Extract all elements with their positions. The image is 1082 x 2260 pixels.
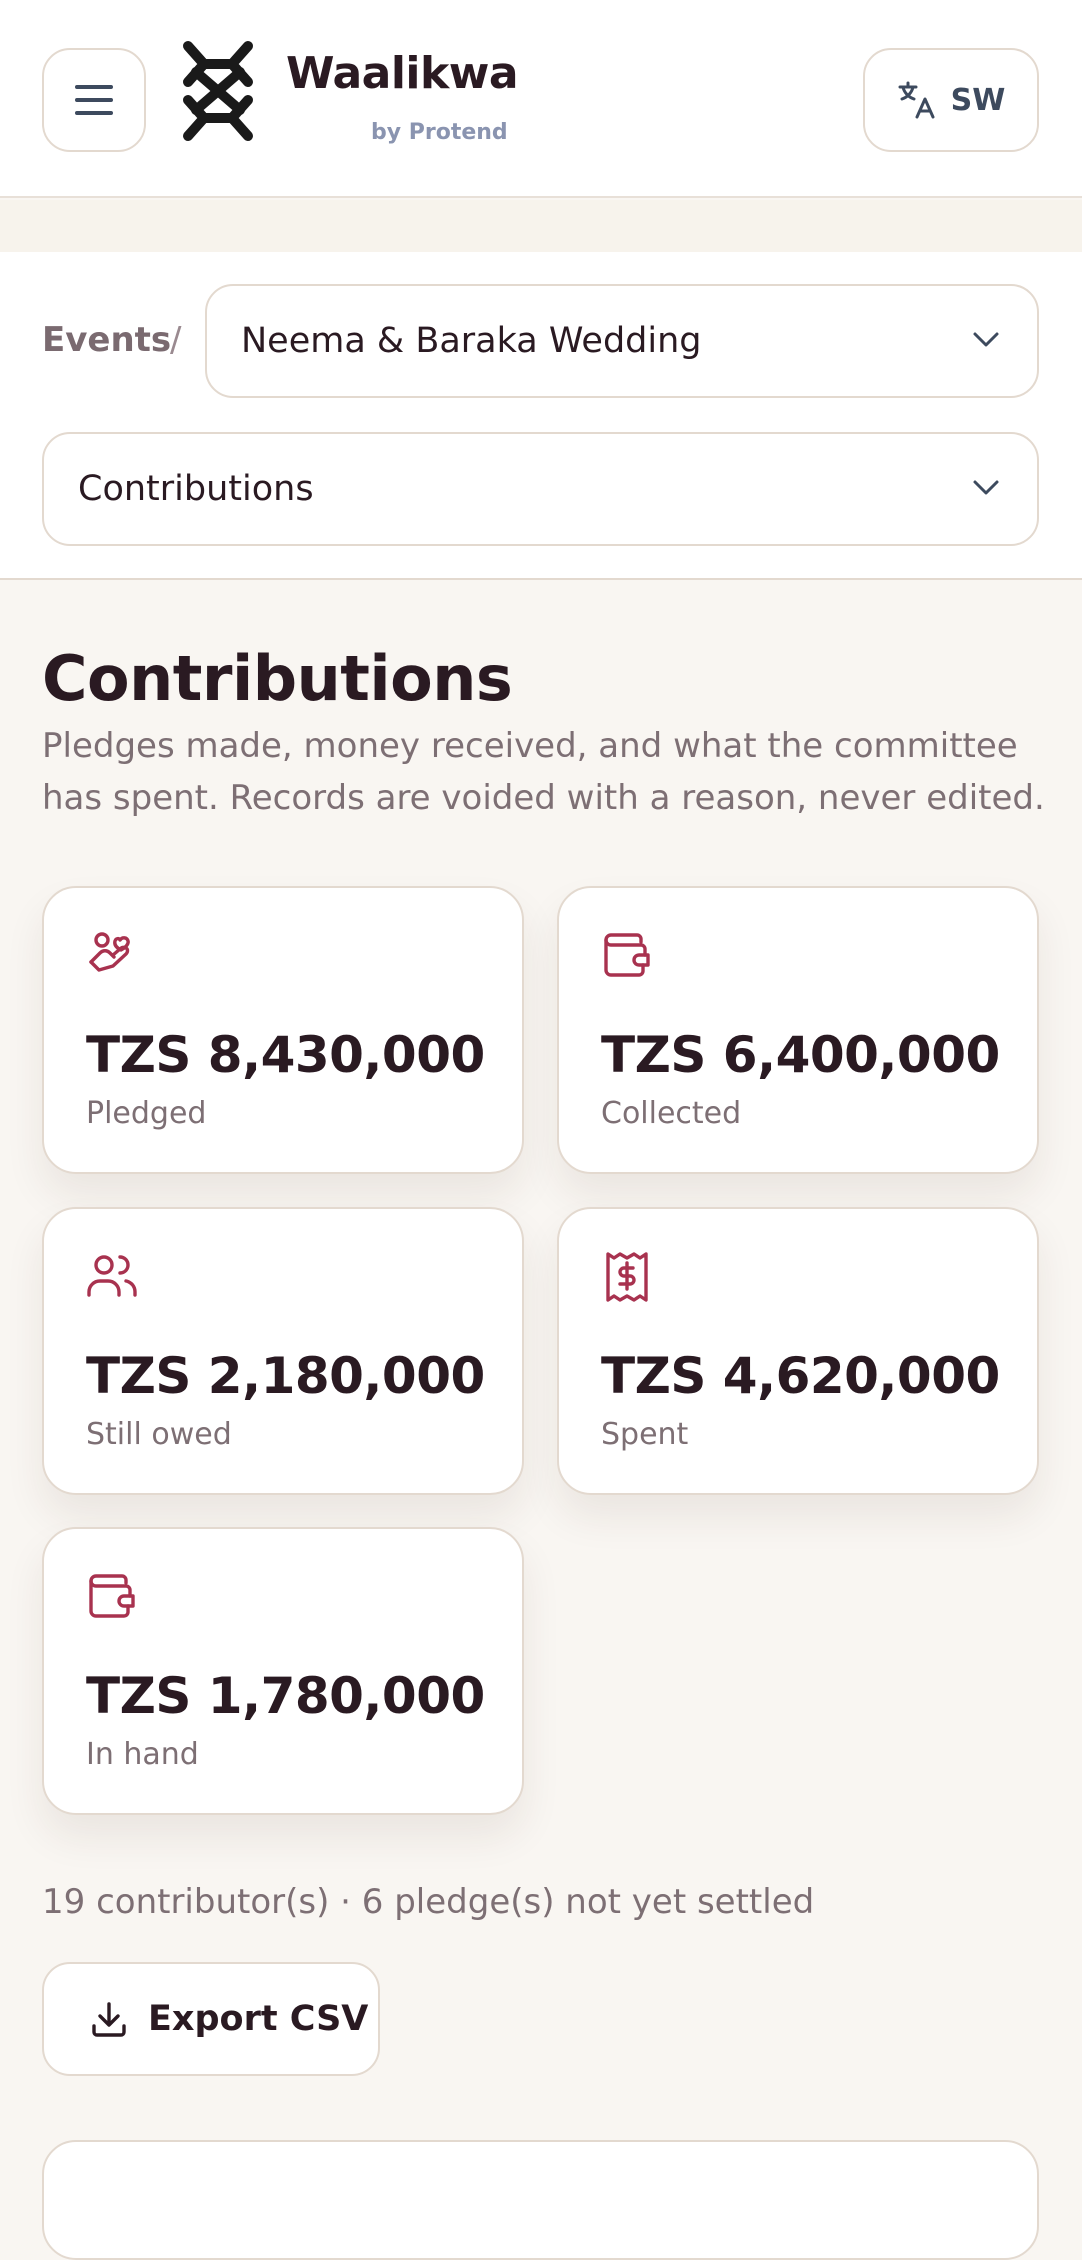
navigation-area: Events / Neema & Baraka Wedding Contribu… [0, 252, 1082, 580]
stat-value: TZS 6,400,000 [601, 1026, 1000, 1084]
page-title: Contributions [42, 642, 513, 715]
chevron-down-icon [973, 480, 999, 495]
section-select-value: Contributions [78, 469, 314, 509]
contributions-list-card [42, 2140, 1039, 2260]
wallet-icon [604, 933, 650, 977]
stat-card-in-hand: TZS 1,780,000 In hand [42, 1527, 524, 1815]
contributors-summary: 19 contributor(s) · 6 pledge(s) not yet … [42, 1882, 815, 1922]
receipt-dollar-icon [606, 1252, 648, 1302]
brand-subtitle: by Protend [371, 120, 508, 145]
language-button[interactable]: SW [863, 48, 1039, 152]
stat-card-still-owed: TZS 2,180,000 Still owed [42, 1207, 524, 1495]
hand-heart-icon [89, 932, 130, 972]
export-csv-label: Export CSV [148, 1999, 369, 2039]
stat-label: Still owed [86, 1417, 232, 1452]
header-spacer [0, 200, 1082, 252]
stat-value: TZS 4,620,000 [601, 1347, 1000, 1405]
breadcrumb-events-link[interactable]: Events [42, 320, 171, 360]
translate-icon [898, 81, 935, 119]
users-icon [87, 1255, 137, 1297]
hamburger-icon [75, 85, 113, 115]
stat-card-pledged: TZS 8,430,000 Pledged [42, 886, 524, 1174]
logo-icon [183, 41, 253, 141]
download-icon [92, 2002, 126, 2037]
breadcrumb-separator: / [170, 320, 182, 360]
chevron-down-icon [973, 332, 999, 347]
stat-label: Collected [601, 1096, 742, 1131]
menu-button[interactable] [42, 48, 146, 152]
event-select[interactable]: Neema & Baraka Wedding [205, 284, 1039, 398]
section-select[interactable]: Contributions [42, 432, 1039, 546]
language-code: SW [950, 82, 1006, 118]
stat-label: Spent [601, 1417, 689, 1452]
stat-card-collected: TZS 6,400,000 Collected [557, 886, 1039, 1174]
stat-value: TZS 1,780,000 [86, 1667, 485, 1725]
stat-label: In hand [86, 1737, 199, 1772]
event-select-value: Neema & Baraka Wedding [241, 321, 702, 361]
export-csv-button[interactable]: Export CSV [42, 1962, 380, 2076]
stat-label: Pledged [86, 1096, 207, 1131]
stat-card-spent: TZS 4,620,000 Spent [557, 1207, 1039, 1495]
page-description: Pledges made, money received, and what t… [42, 726, 1045, 818]
stat-value: TZS 8,430,000 [86, 1026, 485, 1084]
stat-value: TZS 2,180,000 [86, 1347, 485, 1405]
top-bar: Waalikwa by Protend SW [0, 0, 1082, 198]
wallet-icon [89, 1574, 135, 1618]
brand-name: Waalikwa [286, 48, 519, 99]
